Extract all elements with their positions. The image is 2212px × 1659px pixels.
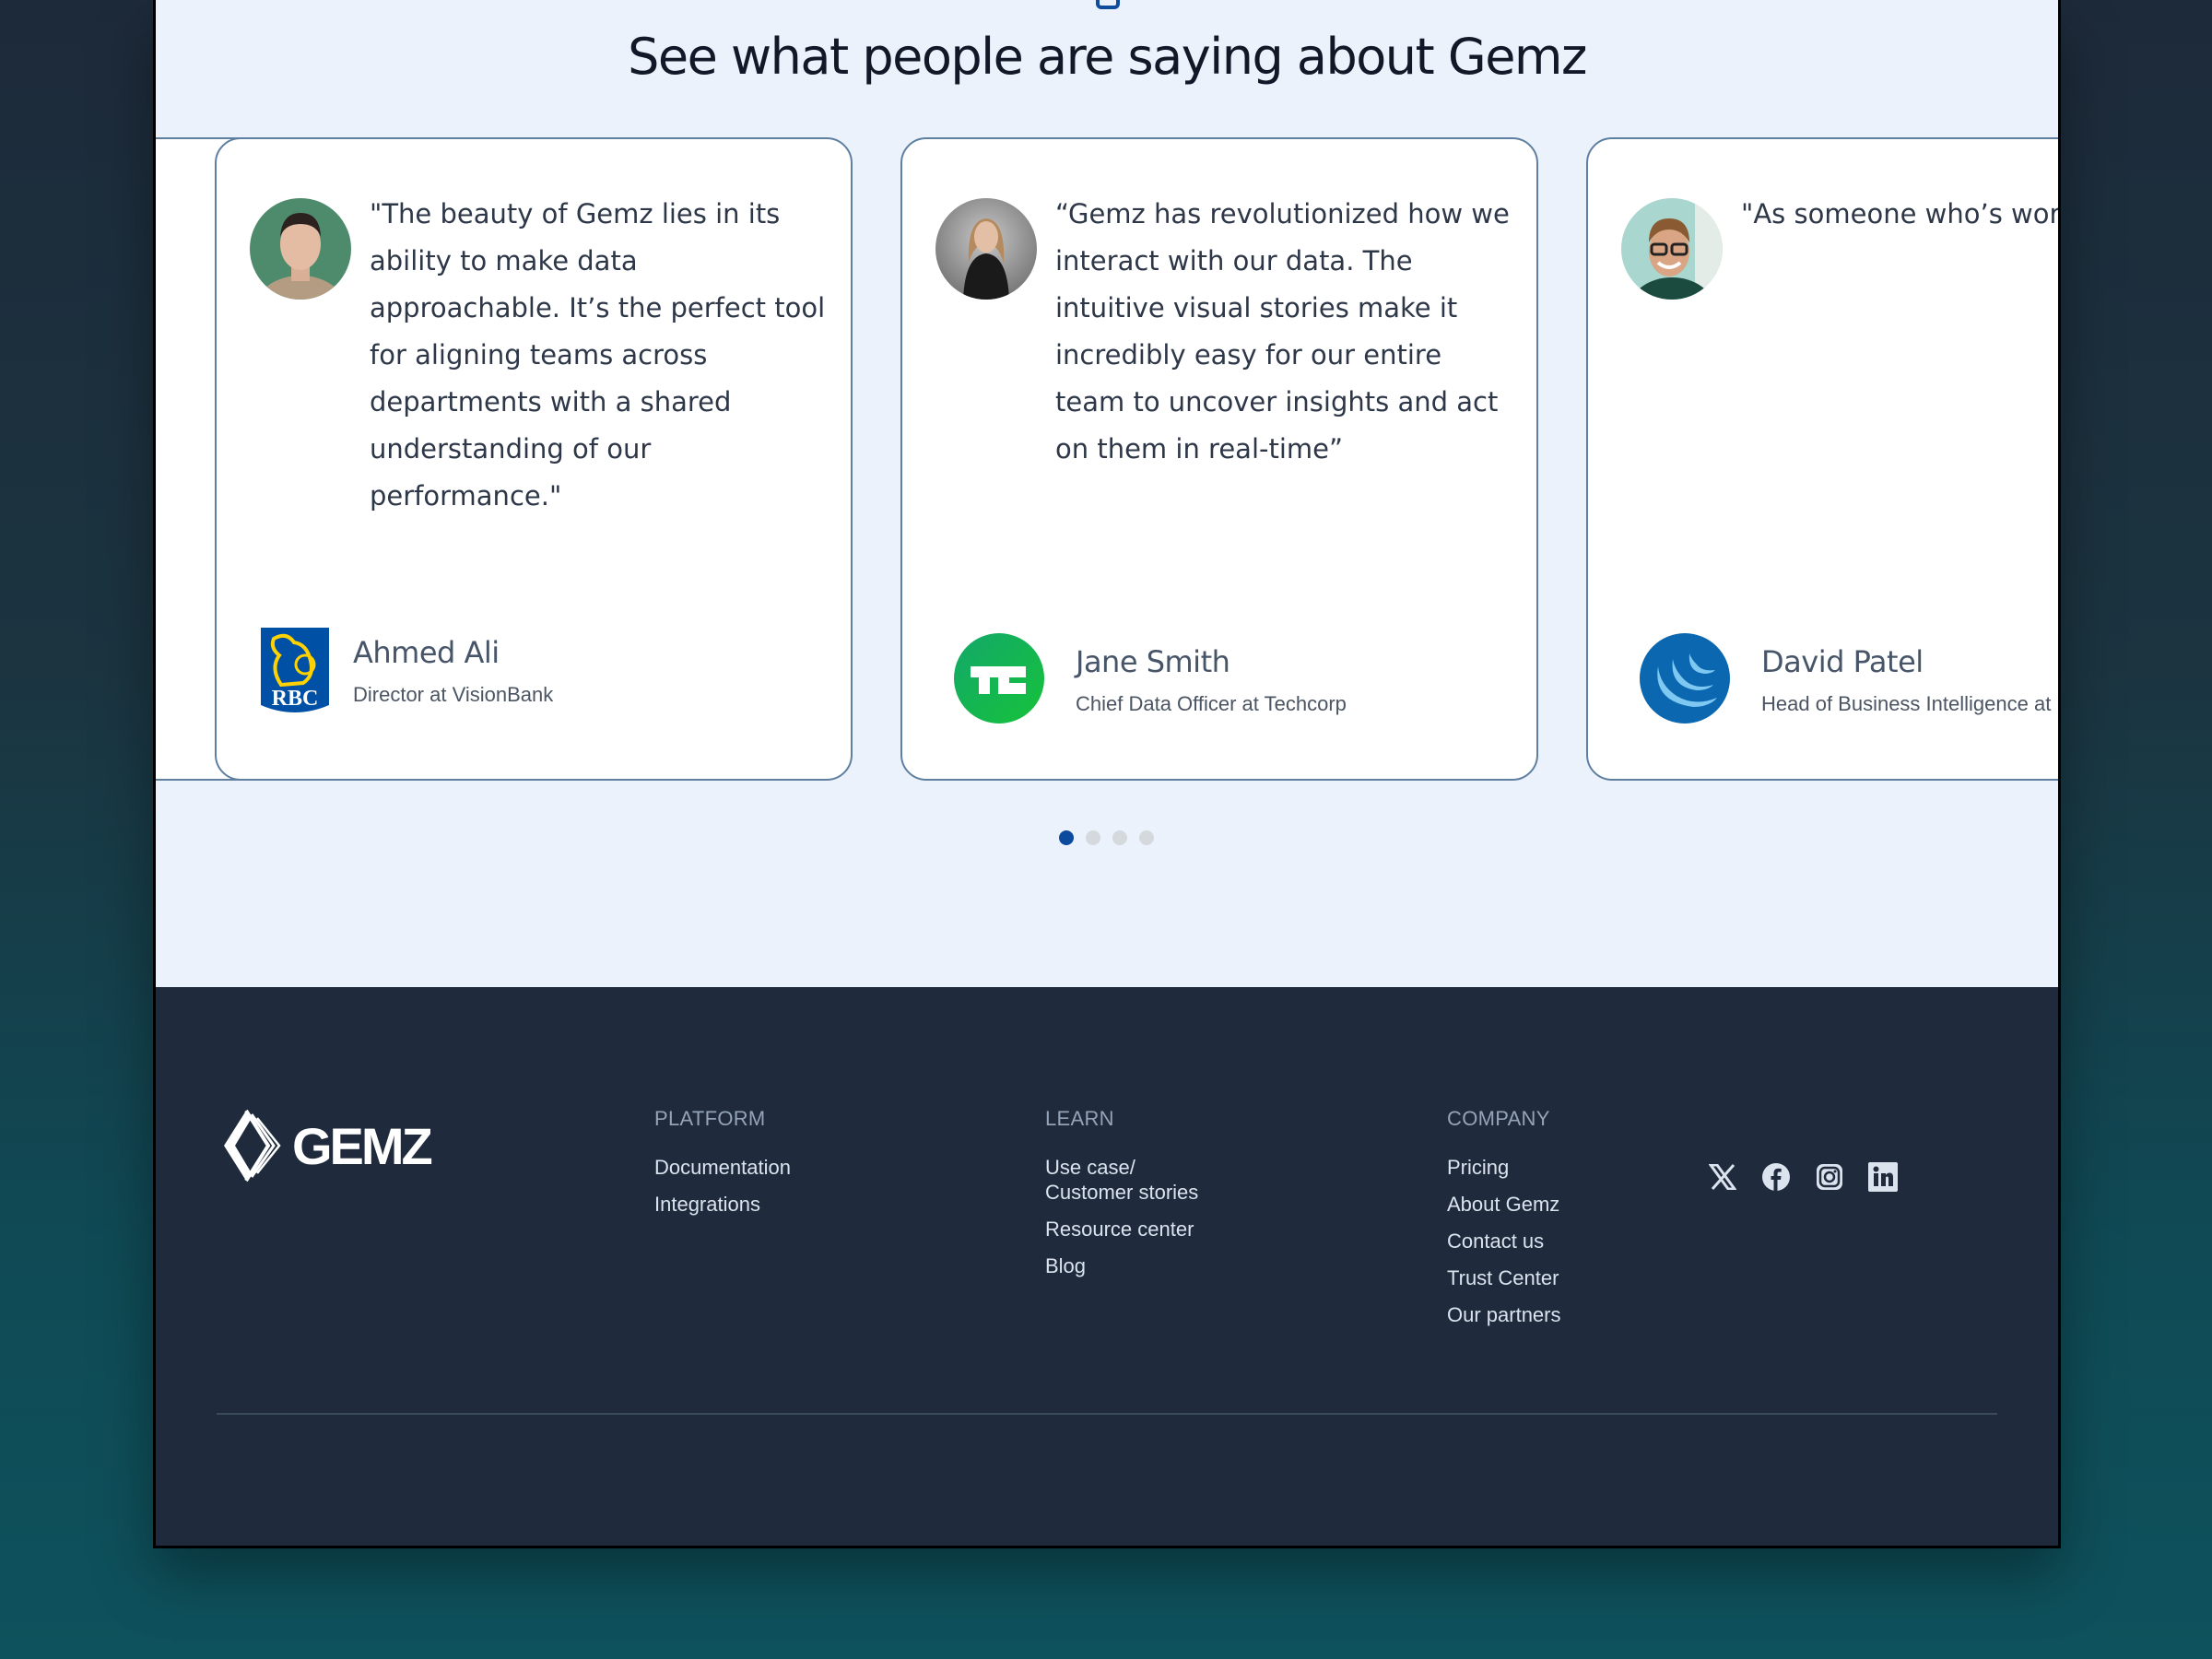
footer-divider (217, 1413, 1997, 1415)
person-name: Jane Smith (1076, 644, 1230, 679)
footer-link-blog[interactable]: Blog (1045, 1253, 1198, 1278)
section-icon (1096, 0, 1120, 9)
testimonial-card[interactable]: "The beauty of Gemz lies in its ability … (215, 137, 853, 781)
svg-text:RBC: RBC (272, 687, 319, 711)
person-title: Head of Business Intelligence at (1761, 692, 2052, 715)
pagination-dot-3[interactable] (1112, 830, 1127, 845)
person-name: David Patel (1761, 644, 1924, 679)
column-title: LEARN (1045, 1107, 1114, 1130)
pagination-dot-1[interactable] (1059, 830, 1074, 845)
footer-link-partners[interactable]: Our partners (1447, 1302, 1561, 1327)
footer-column-learn: LEARN Use case/ Customer stories Resourc… (1045, 1107, 1198, 1290)
linkedin-icon[interactable] (1868, 1162, 1898, 1192)
footer: GEMZ PLATFORM Documentation Integrations… (156, 987, 2058, 1546)
column-title: COMPANY (1447, 1107, 1550, 1130)
pagination-dot-4[interactable] (1139, 830, 1154, 845)
footer-column-company: COMPANY Pricing About Gemz Contact us Tr… (1447, 1107, 1561, 1339)
facebook-icon[interactable] (1761, 1162, 1791, 1192)
footer-link-contact[interactable]: Contact us (1447, 1229, 1561, 1253)
wave-logo (1640, 633, 1730, 728)
testimonial-quote: “Gemz has revolutionized how we interact… (1055, 198, 1510, 465)
testimonial-quote: "The beauty of Gemz lies in its ability … (370, 198, 826, 512)
x-icon[interactable] (1708, 1162, 1737, 1192)
carousel-pagination (1059, 830, 1154, 845)
footer-logo[interactable]: GEMZ (222, 1109, 433, 1182)
testimonial-card[interactable]: "As someone who’s work countless BI tool… (1586, 137, 2061, 781)
avatar (1621, 198, 1723, 300)
footer-link-customer-stories[interactable]: Use case/ Customer stories (1045, 1155, 1198, 1205)
column-title: PLATFORM (654, 1107, 766, 1130)
avatar (250, 198, 351, 300)
footer-link-documentation[interactable]: Documentation (654, 1155, 791, 1180)
footer-link-pricing[interactable]: Pricing (1447, 1155, 1561, 1180)
footer-column-platform: PLATFORM Documentation Integrations (654, 1107, 791, 1229)
footer-link-integrations[interactable]: Integrations (654, 1192, 791, 1217)
person-title: Chief Data Officer at Techcorp (1076, 692, 1347, 715)
person-name: Ahmed Ali (353, 635, 500, 670)
person-title: Director at VisionBank (353, 683, 554, 706)
social-links (1708, 1162, 1898, 1192)
pagination-dot-2[interactable] (1086, 830, 1100, 845)
footer-link-trust-center[interactable]: Trust Center (1447, 1265, 1561, 1290)
techcrunch-logo (954, 633, 1044, 728)
footer-link-resource-center[interactable]: Resource center (1045, 1217, 1198, 1241)
testimonial-card[interactable]: “Gemz has revolutionized how we interact… (900, 137, 1538, 781)
browser-page: See what people are saying about Gemz "T… (153, 0, 2061, 1548)
avatar (935, 198, 1037, 300)
testimonial-quote: "As someone who’s work countless BI tool… (1741, 198, 2061, 229)
section-title: See what people are saying about Gemz (628, 28, 1587, 86)
instagram-icon[interactable] (1815, 1162, 1844, 1192)
footer-link-about[interactable]: About Gemz (1447, 1192, 1561, 1217)
brand-name: GEMZ (292, 1116, 433, 1175)
rbc-logo: RBC (261, 628, 329, 721)
gemz-diamond-icon (224, 1109, 281, 1182)
